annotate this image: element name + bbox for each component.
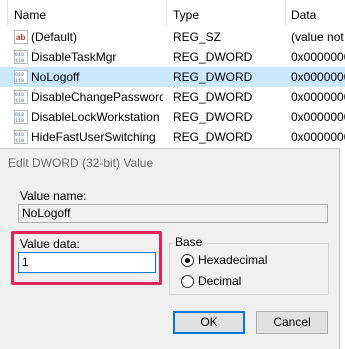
- svg-text:110: 110: [15, 138, 24, 144]
- value-name-field[interactable]: NoLogoff: [18, 204, 328, 223]
- registry-values-list: Name Type Data ab (Default) REG_SZ (valu…: [0, 0, 345, 148]
- decimal-label[interactable]: Decimal: [198, 274, 241, 288]
- binary-value-icon: 010 110: [14, 50, 28, 64]
- string-value-icon: ab: [14, 30, 28, 44]
- row-type: REG_DWORD: [173, 130, 253, 144]
- decimal-radio[interactable]: [181, 275, 194, 288]
- cancel-button[interactable]: Cancel: [256, 311, 328, 334]
- row-name: DisableTaskMgr: [31, 50, 117, 64]
- binary-value-icon: 010 110: [14, 110, 28, 124]
- base-group-label: Base: [173, 235, 205, 249]
- column-header-data[interactable]: Data: [291, 0, 316, 26]
- row-data: (value not: [291, 30, 344, 44]
- registry-row[interactable]: 010 110 DisableLockWorkstation REG_DWORD…: [0, 107, 345, 127]
- header-separator[interactable]: [285, 0, 286, 26]
- hexadecimal-label[interactable]: Hexadecimal: [198, 253, 267, 267]
- value-data-label: Value data:: [20, 237, 80, 251]
- row-type: REG_SZ: [173, 30, 222, 44]
- registry-row[interactable]: 010 110 HideFastUserSwitching REG_DWORD …: [0, 127, 345, 147]
- row-data: 0x0000000: [291, 70, 345, 84]
- row-name: HideFastUserSwitching: [31, 130, 156, 144]
- ok-button[interactable]: OK: [173, 311, 245, 334]
- binary-value-icon: 010 110: [14, 90, 28, 104]
- svg-text:110: 110: [15, 98, 24, 104]
- registry-row-selected[interactable]: 010 110 NoLogoff REG_DWORD 0x0000000: [0, 67, 345, 87]
- header-separator: [7, 0, 8, 26]
- svg-text:110: 110: [15, 118, 24, 124]
- value-name-label: Value name:: [20, 189, 87, 203]
- svg-text:110: 110: [15, 78, 24, 84]
- edit-dword-dialog: Edit DWORD (32-bit) Value Value name: No…: [0, 148, 340, 349]
- base-group: [169, 243, 329, 295]
- row-type: REG_DWORD: [173, 90, 253, 104]
- column-header-name[interactable]: Name: [14, 0, 46, 26]
- column-header-type[interactable]: Type: [173, 0, 199, 26]
- row-name: (Default): [31, 30, 78, 44]
- row-name: DisableChangePassword: [31, 90, 163, 104]
- header-separator[interactable]: [166, 0, 167, 26]
- registry-row[interactable]: 010 110 DisableTaskMgr REG_DWORD 0x00000…: [0, 47, 345, 67]
- list-header: Name Type Data: [0, 0, 345, 26]
- svg-text:110: 110: [15, 58, 24, 64]
- row-data: 0x0000000: [291, 50, 345, 64]
- row-name: NoLogoff: [31, 70, 80, 84]
- row-type: REG_DWORD: [173, 50, 253, 64]
- row-data: 0x0000000: [291, 90, 345, 104]
- svg-text:ab: ab: [16, 33, 25, 42]
- binary-value-icon: 010 110: [14, 70, 28, 84]
- binary-value-icon: 010 110: [14, 130, 28, 144]
- value-data-input[interactable]: 1: [18, 252, 156, 273]
- registry-row[interactable]: ab (Default) REG_SZ (value not: [0, 27, 345, 47]
- row-type: REG_DWORD: [173, 110, 253, 124]
- row-type: REG_DWORD: [173, 70, 253, 84]
- row-name: DisableLockWorkstation: [31, 110, 160, 124]
- hexadecimal-radio[interactable]: [181, 254, 194, 267]
- registry-row[interactable]: 010 110 DisableChangePassword REG_DWORD …: [0, 87, 345, 107]
- row-data: 0x0000000: [291, 130, 345, 144]
- radio-selected-dot: [185, 258, 190, 263]
- dialog-title: Edit DWORD (32-bit) Value: [8, 156, 154, 170]
- row-data: 0x0000000: [291, 110, 345, 124]
